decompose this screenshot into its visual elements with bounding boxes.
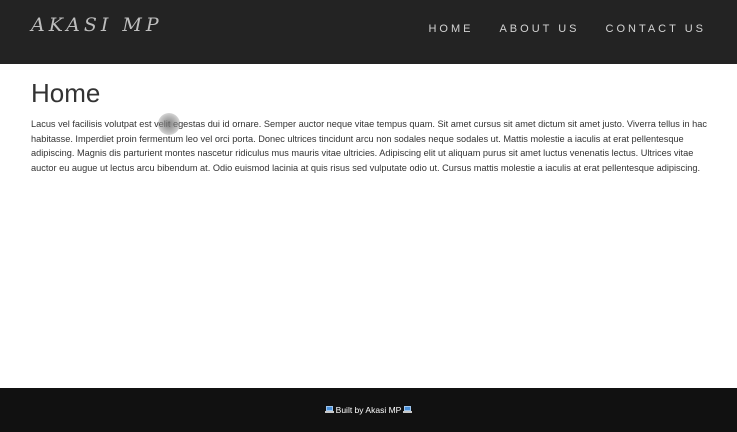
body-paragraph: Lacus vel facilisis volutpat est velit e… (31, 119, 707, 174)
laptop-icon (324, 406, 334, 414)
top-navbar: AKASI MP HOME ABOUT US CONTACT US (0, 0, 737, 64)
nav-link-contact-us[interactable]: CONTACT US (606, 22, 707, 36)
site-logo[interactable]: AKASI MP (31, 13, 163, 37)
page-title: Home (31, 78, 101, 108)
footer-credit: Built by Akasi MP (324, 405, 413, 415)
laptop-icon (403, 406, 413, 414)
main-nav: HOME ABOUT US CONTACT US (428, 22, 706, 36)
nav-link-about-us[interactable]: ABOUT US (499, 22, 579, 36)
nav-link-home[interactable]: HOME (428, 22, 473, 36)
footer: Built by Akasi MP (0, 388, 737, 432)
footer-text: Built by Akasi MP (335, 405, 402, 415)
